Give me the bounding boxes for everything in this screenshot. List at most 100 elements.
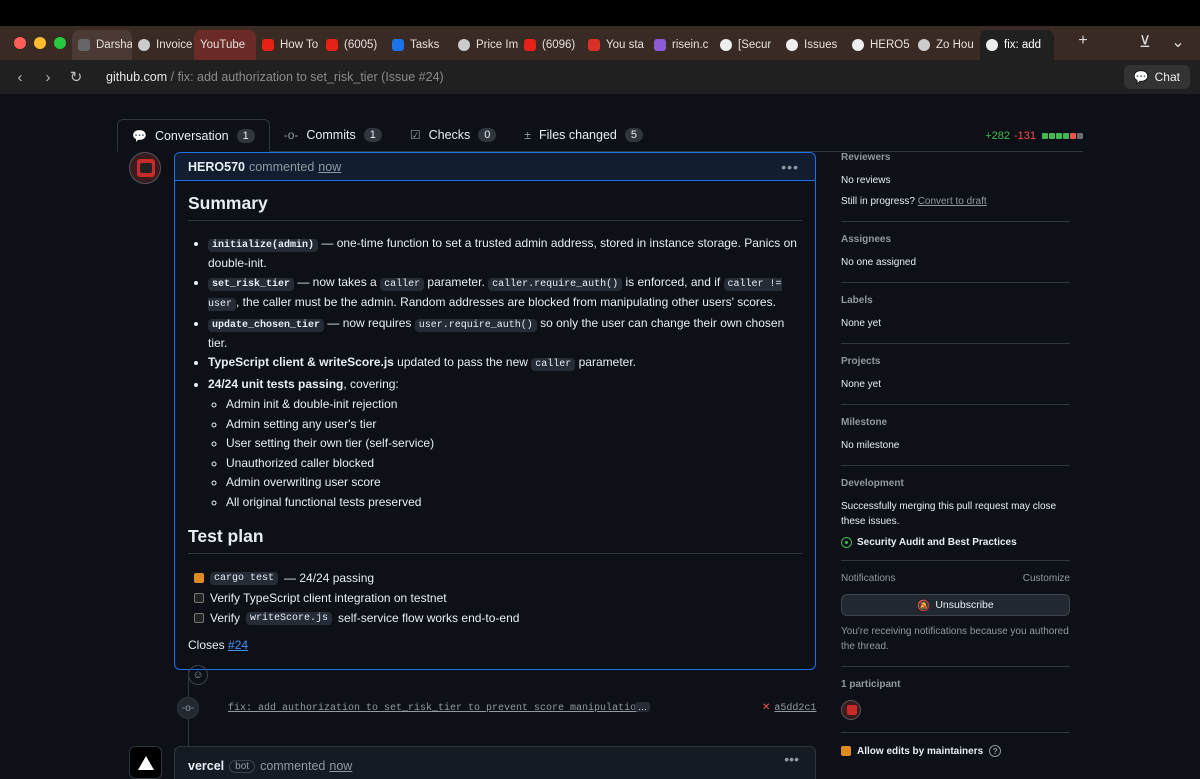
- commit-message-link[interactable]: fix: add authorization to set_risk_tier …: [228, 703, 642, 714]
- pr-tab-count: 1: [236, 128, 255, 143]
- help-icon[interactable]: ?: [989, 745, 1002, 757]
- chat-button[interactable]: 💬 Chat: [1123, 65, 1190, 89]
- vercel-author[interactable]: vercel: [188, 759, 224, 773]
- reload-icon[interactable]: ↻: [62, 68, 90, 86]
- browser-tab[interactable]: [Secur: [714, 30, 780, 60]
- browser-tab[interactable]: Darshan: [72, 30, 132, 60]
- participants-title: 1 participant: [841, 679, 901, 690]
- list-text: — now takes a: [294, 275, 381, 289]
- commit-expand-button[interactable]: …: [635, 702, 650, 712]
- list-text: parameter.: [424, 275, 489, 289]
- vercel-timestamp[interactable]: now: [329, 759, 352, 773]
- notifications-header: Notifications Customize: [841, 573, 1070, 584]
- close-window-button[interactable]: [14, 37, 26, 49]
- bell-slash-icon: 🔕: [917, 599, 931, 612]
- assignees-title[interactable]: Assignees: [841, 234, 1070, 245]
- author-avatar[interactable]: [129, 152, 161, 184]
- comment-timestamp[interactable]: now: [318, 160, 341, 174]
- pr-tab-checks[interactable]: ☑ Checks 0: [396, 119, 511, 151]
- inline-code: user.require_auth(): [414, 319, 537, 332]
- browser-tab[interactable]: risein.c: [648, 30, 714, 60]
- maximize-window-button[interactable]: [54, 37, 66, 49]
- issue-link[interactable]: #24: [228, 638, 248, 652]
- task-checkbox[interactable]: [194, 613, 204, 623]
- comment-icon: 💬: [132, 128, 147, 143]
- task-text: self-service flow works end-to-end: [338, 611, 520, 625]
- add-reaction-icon[interactable]: ☺: [188, 665, 208, 685]
- summary-list: initialize(admin) — one-time function to…: [188, 235, 802, 512]
- new-tab-button[interactable]: +: [1068, 32, 1098, 50]
- linked-issue[interactable]: Security Audit and Best Practices: [841, 537, 1070, 548]
- browser-tab[interactable]: You sta: [582, 30, 648, 60]
- vercel-options-icon[interactable]: •••: [784, 751, 799, 767]
- task-checkbox-checked[interactable]: [194, 573, 204, 583]
- bold-text: 24/24 unit tests passing: [208, 376, 344, 391]
- browser-tab[interactable]: Tasks: [386, 30, 452, 60]
- vercel-comment-header: vercel bot commented now •••: [174, 746, 816, 779]
- participants-section: 1 participant: [841, 679, 1070, 733]
- projects-title[interactable]: Projects: [841, 356, 1070, 367]
- back-button[interactable]: ‹: [6, 69, 34, 86]
- browser-tab[interactable]: fix: add: [980, 30, 1054, 60]
- task-text: — 24/24 passing: [284, 571, 375, 585]
- participant-avatar[interactable]: [841, 700, 861, 720]
- milestone-value: No milestone: [841, 440, 900, 451]
- pr-tab-nav: 💬 Conversation 1 -o- Commits 1 ☑ Checks 0 ± Files …: [117, 107, 1083, 152]
- labels-title[interactable]: Labels: [841, 295, 1070, 306]
- browser-tab-label: Darshan: [96, 39, 132, 51]
- minimize-window-button[interactable]: [34, 37, 46, 49]
- comment-author[interactable]: HERO570: [188, 160, 245, 174]
- browser-tab[interactable]: Invoice: [132, 30, 194, 60]
- pr-tab-files-changed[interactable]: ± Files changed 5: [510, 119, 657, 151]
- browser-tab[interactable]: Zo Hou: [912, 30, 980, 60]
- notifications-section: Notifications Customize 🔕 Unsubscribe You'…: [841, 573, 1070, 667]
- testplan-heading: Test plan: [188, 526, 802, 554]
- labels-section: Labels None yet: [841, 295, 1070, 344]
- commit-sha: ✕ a5dd2c1: [762, 702, 816, 714]
- unsubscribe-button[interactable]: 🔕 Unsubscribe: [841, 594, 1070, 616]
- reviewers-title[interactable]: Reviewers: [841, 152, 1070, 163]
- milestone-title[interactable]: Milestone: [841, 417, 1070, 428]
- vercel-avatar[interactable]: [129, 746, 162, 779]
- convert-to-draft-link[interactable]: Convert to draft: [918, 196, 987, 207]
- allow-edits-row: Allow edits by maintainers ?: [841, 745, 1070, 757]
- download-icon[interactable]: ⊻: [1130, 32, 1160, 52]
- screen-top-bar: [0, 0, 1200, 26]
- browser-tab[interactable]: YouTube: [194, 30, 256, 60]
- pr-tab-commits[interactable]: -o- Commits 1: [270, 119, 396, 151]
- pr-tab-conversation[interactable]: 💬 Conversation 1: [117, 119, 270, 152]
- browser-tab[interactable]: Issues: [780, 30, 846, 60]
- failed-check-icon[interactable]: ✕: [762, 702, 770, 713]
- browser-tab[interactable]: HERO5: [846, 30, 912, 60]
- forward-button[interactable]: ›: [34, 69, 62, 86]
- browser-tab[interactable]: (6005): [320, 30, 386, 60]
- task-item: Verify writeScore.js self-service flow w…: [188, 608, 802, 628]
- task-item: cargo test — 24/24 passing: [188, 568, 802, 588]
- sublist-item: User setting their own tier (self-servic…: [226, 434, 802, 454]
- browser-tab[interactable]: How To: [256, 30, 320, 60]
- assignees-section: Assignees No one assigned: [841, 234, 1070, 283]
- list-text: , the caller must be the admin. Random a…: [236, 294, 776, 309]
- list-item: 24/24 unit tests passing, covering: Admi…: [208, 376, 802, 513]
- url-field[interactable]: github.com / fix: add authorization to s…: [106, 70, 444, 84]
- chat-bubble-icon: 💬: [1133, 70, 1149, 84]
- browser-tab[interactable]: (6096): [518, 30, 582, 60]
- commit-sha-link[interactable]: a5dd2c1: [774, 703, 816, 714]
- inline-code: writeScore.js: [246, 611, 333, 625]
- github-icon: [786, 39, 798, 51]
- browser-tab-label: HERO5: [870, 39, 910, 51]
- inline-code: caller.require_auth(): [488, 278, 623, 291]
- development-title[interactable]: Development: [841, 478, 1070, 489]
- pr-tab-label: Checks: [428, 128, 471, 142]
- allow-edits-checkbox[interactable]: [841, 746, 851, 756]
- comment-options-icon[interactable]: •••: [781, 159, 799, 175]
- task-checkbox[interactable]: [194, 593, 204, 603]
- diffstat-block: [1042, 133, 1048, 139]
- browser-tab[interactable]: Price Im: [452, 30, 518, 60]
- openai-icon: [458, 39, 470, 51]
- projects-section: Projects None yet: [841, 356, 1070, 405]
- tab-list-chevron-icon[interactable]: ⌄: [1163, 32, 1193, 52]
- url-host: github.com: [106, 70, 168, 84]
- customize-link[interactable]: Customize: [1023, 573, 1070, 584]
- inline-code: caller: [531, 358, 576, 371]
